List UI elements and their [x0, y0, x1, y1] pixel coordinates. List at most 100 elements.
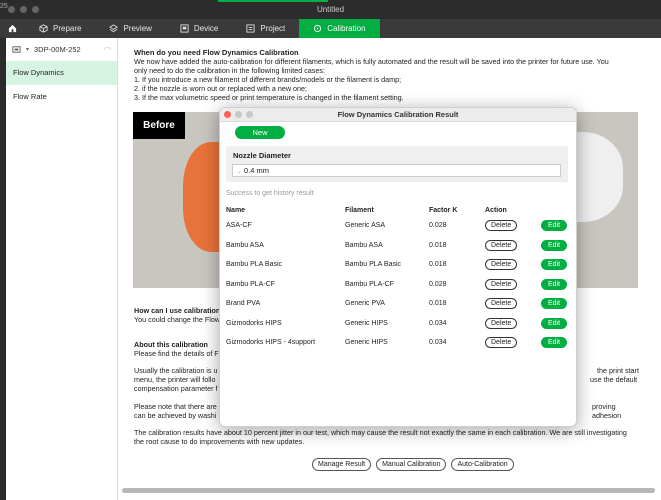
tab-preview[interactable]: Preview — [95, 19, 165, 38]
main-tabbar: Prepare Preview Device Project Calibrati… — [0, 19, 661, 38]
calibration-actions: Manage Result Manual Calibration Auto-Ca… — [312, 458, 514, 471]
calibration-icon — [314, 24, 322, 33]
delete-button[interactable]: Delete — [485, 278, 518, 290]
edit-button[interactable]: Edit — [541, 337, 568, 349]
edit-button[interactable]: Edit — [541, 220, 568, 232]
table-row: Gizmodorks HIPS Generic HIPS 0.034 Delet… — [226, 314, 571, 334]
result-factor: 0.018 — [429, 261, 447, 269]
nozzle-label: Nozzle Diameter — [233, 151, 291, 160]
usage-text: use the default — [590, 375, 638, 384]
wifi-icon: ◠ — [104, 45, 111, 54]
delete-button[interactable]: Delete — [485, 337, 518, 349]
chevron-down-icon: ⌄ — [237, 169, 243, 175]
edit-button[interactable]: Edit — [541, 278, 568, 290]
result-factor: 0.018 — [429, 241, 447, 249]
tab-label: Preview — [123, 24, 152, 33]
home-icon — [8, 24, 17, 33]
delete-button[interactable]: Delete — [485, 259, 518, 271]
printer-icon — [12, 46, 21, 53]
tab-prepare[interactable]: Prepare — [25, 19, 95, 38]
result-factor: 0.034 — [429, 339, 447, 347]
column-header-factor: Factor K — [429, 206, 458, 214]
new-result-button[interactable]: New — [235, 126, 285, 139]
result-filament: Generic HIPS — [345, 339, 388, 347]
nozzle-value: 0.4 mm — [244, 166, 270, 175]
usage-text: Usually the calibration is u — [134, 366, 218, 375]
sidebar-item-flow-rate[interactable]: Flow Rate — [6, 85, 117, 109]
column-header-filament: Filament — [345, 206, 374, 214]
table-row: ASA-CF Generic ASA 0.028 Delete Edit — [226, 216, 571, 236]
delete-button[interactable]: Delete — [485, 298, 518, 310]
dialog-zoom-button[interactable] — [246, 111, 253, 118]
manage-result-button[interactable]: Manage Result — [312, 458, 372, 471]
intro-heading: When do you need Flow Dynamics Calibrati… — [134, 48, 299, 57]
result-filament: Bambu PLA Basic — [345, 261, 402, 269]
edit-button[interactable]: Edit — [541, 259, 568, 271]
edit-button[interactable]: Edit — [541, 239, 568, 251]
layers-icon — [109, 24, 119, 33]
result-filament: Generic HIPS — [345, 319, 388, 327]
result-filament: Bambu PLA-CF — [345, 280, 395, 288]
result-name: Bambu PLA-CF — [226, 280, 276, 288]
delete-button[interactable]: Delete — [485, 317, 518, 329]
horizontal-scrollbar[interactable] — [122, 488, 655, 493]
note-text: Please note that there are — [134, 402, 217, 411]
project-icon — [246, 24, 255, 33]
result-filament: Bambu ASA — [345, 241, 383, 249]
tab-label: Device — [193, 24, 219, 33]
dialog-window-controls — [224, 111, 253, 118]
result-name: Brand PVA — [226, 300, 261, 308]
result-factor: 0.028 — [429, 222, 447, 230]
delete-button[interactable]: Delete — [485, 220, 518, 232]
result-name: ASA-CF — [226, 222, 252, 230]
result-name: Gizmodorks HIPS — [226, 319, 282, 327]
intro-section: When do you need Flow Dynamics Calibrati… — [134, 48, 634, 102]
delete-button[interactable]: Delete — [485, 239, 518, 251]
result-factor: 0.028 — [429, 280, 447, 288]
window-title: Untitled — [316, 5, 345, 14]
edit-button[interactable]: Edit — [541, 317, 568, 329]
tab-project[interactable]: Project — [232, 19, 299, 38]
intro-line: 1. If you introduce a new filament of di… — [134, 75, 402, 84]
results-text: The calibration results have about 10 pe… — [134, 428, 627, 437]
printer-name: 3DP-00M-252 — [34, 45, 81, 54]
intro-line: only need to do the calibration in the f… — [134, 66, 325, 75]
calibration-sidebar: ▾ 3DP-00M-252 ◠ Flow Dynamics Flow Rate — [6, 38, 118, 500]
result-filament: Generic ASA — [345, 222, 386, 230]
edit-button[interactable]: Edit — [541, 298, 568, 310]
nozzle-diameter-select[interactable]: ⌄ 0.4 mm — [232, 164, 561, 177]
printer-selector[interactable]: ▾ 3DP-00M-252 ◠ — [6, 38, 117, 61]
cube-icon — [39, 24, 48, 33]
usage-text: the print start — [597, 366, 639, 375]
auto-calibration-button[interactable]: Auto-Calibration — [451, 458, 514, 471]
tab-label: Calibration — [327, 24, 366, 33]
table-row: Brand PVA Generic PVA 0.018 Delete Edit — [226, 294, 571, 314]
manual-calibration-button[interactable]: Manual Calibration — [376, 458, 447, 471]
sidebar-item-flow-dynamics[interactable]: Flow Dynamics — [6, 61, 117, 85]
result-filament: Generic PVA — [345, 300, 385, 308]
results-section: The calibration results have about 10 pe… — [134, 428, 644, 446]
tab-label: Prepare — [53, 24, 82, 33]
tab-device[interactable]: Device — [166, 19, 232, 38]
before-label: Before — [133, 112, 185, 139]
intro-line: 3. If the max volumetric speed or print … — [134, 93, 404, 102]
result-name: Bambu PLA Basic — [226, 261, 283, 269]
table-header: Name Filament Factor K Action — [226, 204, 571, 216]
nozzle-panel: Nozzle Diameter ⌄ 0.4 mm — [226, 146, 568, 182]
tab-calibration[interactable]: Calibration — [299, 19, 380, 38]
dialog-minimize-button[interactable] — [235, 111, 242, 118]
titlebar-accent — [218, 0, 328, 2]
dialog-title: Flow Dynamics Calibration Result — [337, 110, 459, 119]
dialog-titlebar: Flow Dynamics Calibration Result — [220, 108, 576, 122]
history-status: Success to get history result — [226, 190, 314, 197]
device-icon — [180, 24, 189, 33]
table-row: Bambu PLA Basic Bambu PLA Basic 0.018 De… — [226, 255, 571, 275]
result-name: Gizmodorks HIPS - 4support — [226, 339, 316, 347]
dialog-close-button[interactable] — [224, 111, 231, 118]
intro-line: 2. if the nozzle is worn out or replaced… — [134, 84, 307, 93]
result-name: Bambu ASA — [226, 241, 264, 249]
table-row: Bambu PLA-CF Bambu PLA-CF 0.028 Delete E… — [226, 275, 571, 295]
column-header-action: Action — [485, 206, 507, 214]
usage-text: menu, the printer will follo — [134, 375, 216, 384]
tab-home[interactable] — [0, 19, 25, 38]
